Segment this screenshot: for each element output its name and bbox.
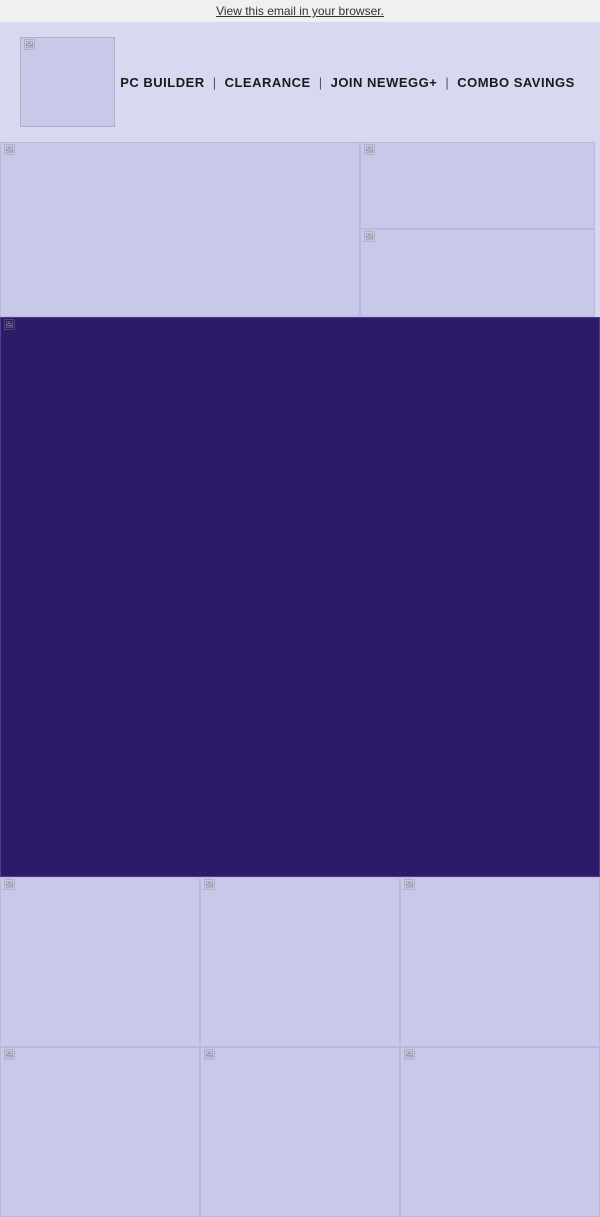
- banner-right-bottom-broken-icon: 🖼: [363, 232, 376, 243]
- product-5-broken-icon: 🖼: [203, 1050, 216, 1061]
- nav-separator-3: |: [445, 75, 449, 90]
- banner-right-top-broken-icon: 🖼: [363, 145, 376, 156]
- nav-item-pc-builder[interactable]: PC BUILDER: [120, 75, 204, 90]
- nav-item-combo-savings[interactable]: COMBO SAVINGS: [457, 75, 575, 90]
- product-4-broken-icon: 🖼: [3, 1050, 16, 1061]
- logo-broken-image-icon: 🖼: [23, 40, 36, 51]
- product-item-2[interactable]: 🖼: [200, 877, 400, 1047]
- product-item-1[interactable]: 🖼: [0, 877, 200, 1047]
- product-3-broken-icon: 🖼: [403, 880, 416, 891]
- product-2-broken-icon: 🖼: [203, 880, 216, 891]
- banner-left-image[interactable]: 🖼: [0, 142, 360, 317]
- nav-item-clearance[interactable]: CLEARANCE: [225, 75, 311, 90]
- nav-separator-1: |: [213, 75, 217, 90]
- product-item-3[interactable]: 🖼: [400, 877, 600, 1047]
- banner-section: 🖼 🖼 🖼: [0, 142, 600, 317]
- product-grid-row-1: 🖼 🖼 🖼: [0, 877, 600, 1047]
- top-bar: View this email in your browser.: [0, 0, 600, 22]
- product-item-6[interactable]: 🖼: [400, 1047, 600, 1217]
- banner-right-top-image[interactable]: 🖼: [360, 142, 595, 229]
- logo: 🖼: [20, 37, 115, 127]
- header: 🖼 PC BUILDER | CLEARANCE | JOIN NEWEGG+ …: [0, 22, 600, 142]
- product-1-broken-icon: 🖼: [3, 880, 16, 891]
- banner-right-bottom-image[interactable]: 🖼: [360, 229, 595, 317]
- hero-banner[interactable]: 🖼: [0, 317, 600, 877]
- product-grid-row-2: 🖼 🖼 🖼: [0, 1047, 600, 1217]
- product-item-5[interactable]: 🖼: [200, 1047, 400, 1217]
- hero-broken-icon: 🖼: [3, 320, 16, 331]
- nav-separator-2: |: [319, 75, 323, 90]
- product-item-4[interactable]: 🖼: [0, 1047, 200, 1217]
- view-in-browser-link[interactable]: View this email in your browser.: [216, 4, 384, 18]
- nav-item-join-newegg-plus[interactable]: JOIN NEWEGG+: [331, 75, 438, 90]
- product-6-broken-icon: 🖼: [403, 1050, 416, 1061]
- navigation: PC BUILDER | CLEARANCE | JOIN NEWEGG+ | …: [115, 75, 580, 90]
- banner-left-broken-icon: 🖼: [3, 145, 16, 156]
